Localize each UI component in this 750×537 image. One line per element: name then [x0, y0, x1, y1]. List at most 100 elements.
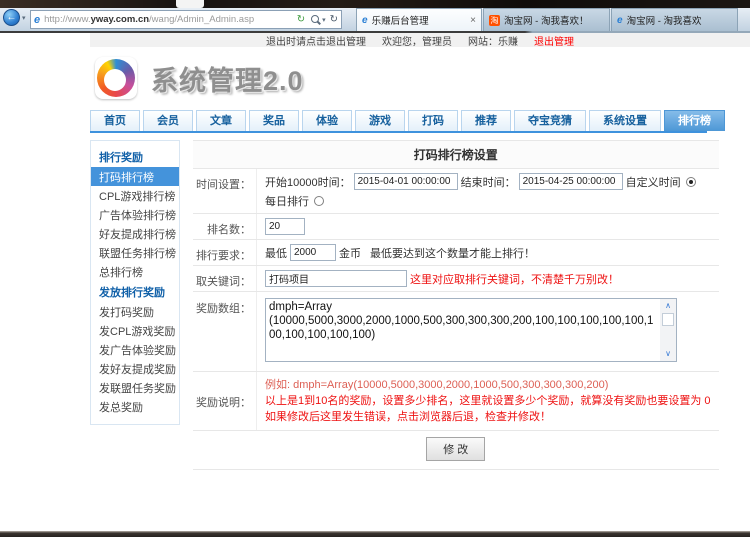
browser-chrome: ← ▾ e http://www.yway.com.cn/wang/Admin_… [0, 8, 750, 31]
content-area: 排行奖励 打码排行榜 CPL游戏排行榜 广告体验排行榜 好友提成排行榜 联盟任务… [90, 140, 719, 470]
sidebar-item-send-ad-experience-reward[interactable]: 发广告体验奖励 [91, 340, 179, 359]
desc-line-3: 如果修改后这里发生错误，点击浏览器后退，检查并修改！ [265, 411, 551, 423]
start-time-label: 开始10000时间： [265, 176, 351, 189]
min-coins-input[interactable] [290, 244, 336, 261]
rank-count-row: 排名数： [193, 214, 719, 240]
reward-array-row: 奖励数组： dmph=Array (10000,5000,3000,2000,1… [193, 292, 719, 372]
sidebar-item-send-alliance-task-reward[interactable]: 发联盟任务奖励 [91, 378, 179, 397]
reward-array-label: 奖励数组： [193, 292, 257, 371]
browser-tab-taobao-1[interactable]: 淘 淘宝网 - 淘我喜欢！ [483, 8, 610, 31]
sidebar-item-send-coding-reward[interactable]: 发打码奖励 [91, 302, 179, 321]
site-title: 系统管理2.0 [151, 65, 304, 96]
rank-count-input[interactable] [265, 218, 305, 235]
nav-tab-home[interactable]: 首页 [90, 110, 140, 131]
compatibility-view-icon[interactable]: ↻ [297, 14, 305, 25]
nav-tab-members[interactable]: 会员 [143, 110, 193, 131]
site-header: 系统管理2.0 [95, 55, 750, 101]
search-icon[interactable] [310, 14, 320, 25]
exit-tip-text: 退出时请点击退出管理 [266, 36, 366, 48]
nav-tab-ranking[interactable]: 排行榜 [664, 110, 725, 131]
keyword-warning: 这里对应取排行关键词，不清楚千万别改！ [410, 273, 619, 286]
main-nav: 首页 会员 文章 奖品 体验 游戏 打码 推荐 夺宝竞猜 系统设置 排行榜 [90, 110, 725, 133]
taskbar-sliver [0, 531, 750, 537]
nav-tab-system-settings[interactable]: 系统设置 [589, 110, 661, 131]
sidebar-header-ranking-rewards: 排行奖励 [99, 152, 143, 164]
unit-label: 金币 [339, 247, 361, 260]
nav-tab-games[interactable]: 游戏 [355, 110, 405, 131]
nav-tab-coding[interactable]: 打码 [408, 110, 458, 131]
sidebar-header-send-rewards: 发放排行奖励 [99, 287, 165, 299]
search-dropdown-icon[interactable]: ▾ [322, 16, 326, 24]
taobao-icon: 淘 [489, 14, 500, 26]
keyword-input[interactable] [265, 270, 407, 287]
screen: ← ▾ e http://www.yway.com.cn/wang/Admin_… [0, 0, 750, 537]
requirement-note: 最低要达到这个数量才能上排行！ [370, 247, 535, 260]
tab-title: 淘宝网 - 淘我喜欢！ [504, 16, 589, 27]
daily-rank-radio[interactable] [314, 196, 324, 206]
sidebar-item-send-total-reward[interactable]: 发总奖励 [91, 397, 179, 416]
ie-page-icon: e [362, 14, 368, 26]
requirement-row: 排行要求： 最低 金币 最低要达到这个数量才能上排行！ [193, 240, 719, 266]
keyword-row: 取关键词： 这里对应取排行关键词，不清楚千万别改！ [193, 266, 719, 292]
time-setting-label: 时间设置： [193, 169, 257, 213]
tab-title: 乐赚后台管理 [371, 16, 429, 27]
page-favicon-icon: e [34, 13, 41, 26]
url-text[interactable]: http://www.yway.com.cn/wang/Admin_Admin.… [44, 14, 293, 25]
desktop-background [0, 0, 750, 8]
rank-count-label: 排名数： [193, 214, 257, 239]
refresh-icon[interactable]: ↻ [330, 14, 338, 25]
settings-form: 打码排行榜设置 时间设置： 开始10000时间： 结束时间： 自定义时间 每日排… [193, 140, 719, 470]
page-body: 系统管理2.0 首页 会员 文章 奖品 体验 游戏 打码 推荐 夺宝竞猜 系统设… [0, 47, 750, 470]
modify-button[interactable]: 修 改 [426, 437, 486, 461]
daily-rank-label: 每日排行 [265, 196, 309, 208]
time-setting-row: 时间设置： 开始10000时间： 结束时间： 自定义时间 每日排行 [193, 169, 719, 214]
browser-tab-admin[interactable]: e 乐赚后台管理 × [356, 8, 482, 31]
ie-page-icon: e [617, 14, 623, 26]
nav-tab-lottery[interactable]: 夺宝竞猜 [514, 110, 586, 131]
welcome-text: 欢迎您，管理员 [382, 36, 452, 48]
welcome-bar: 退出时请点击退出管理 欢迎您，管理员 网站：乐赚 退出管理 [90, 33, 750, 48]
start-time-input[interactable] [353, 173, 458, 190]
sidebar-item-ad-experience-rank[interactable]: 广告体验排行榜 [91, 205, 179, 224]
scroll-down-icon[interactable]: ∨ [665, 347, 671, 361]
scrollbar-thumb[interactable] [662, 313, 674, 326]
sidebar-item-cpl-game-rank[interactable]: CPL游戏排行榜 [91, 186, 179, 205]
desktop-window-fragment [176, 0, 204, 8]
pinwheel-logo-icon [95, 57, 137, 99]
address-bar[interactable]: e http://www.yway.com.cn/wang/Admin_Admi… [30, 10, 342, 29]
reward-desc-row: 奖励说明： 例如: dmph=Array(10000,5000,3000,200… [193, 372, 719, 431]
sidebar-item-send-friend-commission-reward[interactable]: 发好友提成奖励 [91, 359, 179, 378]
close-icon[interactable]: × [470, 15, 476, 26]
sidebar-item-coding-rank[interactable]: 打码排行榜 [91, 167, 179, 186]
desc-example-line: 例如: dmph=Array(10000,5000,3000,2000,1000… [265, 379, 609, 391]
custom-time-label: 自定义时间 [625, 176, 681, 189]
site-name-text: 网站：乐赚 [468, 36, 518, 48]
textarea-scrollbar[interactable]: ∧ ∨ [660, 299, 676, 361]
scroll-up-icon[interactable]: ∧ [665, 299, 671, 313]
back-dropdown-icon[interactable]: ▾ [22, 14, 26, 22]
requirement-label: 排行要求： [193, 240, 257, 265]
nav-tab-prizes[interactable]: 奖品 [249, 110, 299, 131]
reward-array-textarea[interactable]: dmph=Array (10000,5000,3000,2000,1000,50… [265, 298, 677, 362]
form-title: 打码排行榜设置 [193, 141, 719, 169]
sidebar-item-friend-commission-rank[interactable]: 好友提成排行榜 [91, 224, 179, 243]
reward-desc-label: 奖励说明： [193, 372, 257, 430]
browser-tab-taobao-2[interactable]: e 淘宝网 - 淘我喜欢 [611, 8, 738, 31]
desc-line-2: 以上是1到10名的奖励，设置多少排名，这里就设置多少个奖励，就算没有奖励也要设置… [265, 395, 711, 407]
nav-tab-referral[interactable]: 推荐 [461, 110, 511, 131]
nav-tab-experience[interactable]: 体验 [302, 110, 352, 131]
back-button[interactable]: ← [3, 9, 20, 26]
custom-time-radio[interactable] [685, 176, 696, 187]
sidebar-item-send-cpl-game-reward[interactable]: 发CPL游戏奖励 [91, 321, 179, 340]
keyword-label: 取关键词： [193, 266, 257, 291]
tab-title: 淘宝网 - 淘我喜欢 [626, 16, 702, 27]
end-time-label: 结束时间： [460, 176, 516, 189]
sidebar: 排行奖励 打码排行榜 CPL游戏排行榜 广告体验排行榜 好友提成排行榜 联盟任务… [90, 140, 180, 425]
sidebar-item-alliance-task-rank[interactable]: 联盟任务排行榜 [91, 243, 179, 262]
nav-tab-articles[interactable]: 文章 [196, 110, 246, 131]
min-label: 最低 [265, 247, 287, 260]
sidebar-item-total-rank[interactable]: 总排行榜 [91, 262, 179, 281]
logout-link[interactable]: 退出管理 [534, 33, 574, 48]
end-time-input[interactable] [518, 173, 623, 190]
submit-row: 修 改 [193, 431, 719, 470]
